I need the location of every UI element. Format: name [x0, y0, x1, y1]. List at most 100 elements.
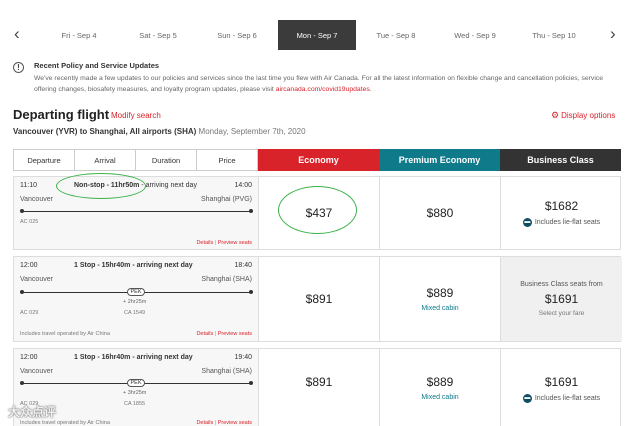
origin: Vancouver — [20, 368, 53, 375]
flight-links: Details | Preview seats — [196, 420, 252, 426]
destination: Shanghai (SHA) — [201, 368, 252, 375]
premium-price: $889 — [426, 286, 454, 300]
lie-flat-label: Includes lie-flat seats — [534, 219, 601, 226]
annotation-circle-price — [278, 186, 357, 234]
destination-dot — [249, 290, 253, 294]
premium-price-cell[interactable]: $880 — [380, 177, 501, 249]
destination: Shanghai (PVG) — [201, 196, 252, 203]
arrival-time: 14:00 — [234, 182, 252, 189]
business-from-label: Business Class seats from — [520, 281, 603, 288]
flight-row: 12:00 1 Stop - 15hr40m - arriving next d… — [13, 256, 622, 342]
arrival-time: 18:40 — [234, 262, 252, 269]
notice-body: We've recently made a few updates to our… — [34, 73, 624, 95]
origin: Vancouver — [20, 196, 53, 203]
details-link[interactable]: Details — [196, 420, 213, 426]
duration-label: 1 Stop - 15hr40m - arriving next day — [74, 262, 193, 269]
economy-price-cell[interactable]: $891 — [259, 349, 380, 426]
economy-header: Economy — [258, 149, 379, 171]
date-tab[interactable]: Wed - Sep 9 — [436, 20, 514, 50]
departure-time: 12:00 — [20, 262, 38, 269]
modify-search-link[interactable]: Modify search — [111, 111, 161, 120]
flight-number: AC 029 — [20, 310, 39, 316]
departure-time: 12:00 — [20, 354, 38, 361]
notice-end: . — [369, 86, 372, 93]
layover-duration: + 3hr25m — [123, 390, 147, 396]
flight-summary: 1 Stop - 15hr40m - arriving next day — [74, 262, 193, 269]
page-title: Departing flight — [13, 107, 110, 122]
business-class-header: Business Class — [500, 149, 621, 171]
mixed-cabin-link[interactable]: Mixed cabin — [421, 394, 458, 401]
flight-number-2: CA 1549 — [124, 310, 146, 316]
lie-flat-label: Includes lie-flat seats — [534, 395, 601, 402]
premium-economy-header: Premium Economy — [379, 149, 500, 171]
business-price-cell[interactable]: $1682 ▬ Includes lie-flat seats — [501, 177, 622, 249]
preview-seats-link[interactable]: Preview seats — [218, 331, 252, 337]
premium-price-cell[interactable]: $889 Mixed cabin — [380, 349, 501, 426]
origin: Vancouver — [20, 276, 53, 283]
sort-price[interactable]: Price — [197, 150, 257, 170]
lie-flat-note: ▬ Includes lie-flat seats — [522, 394, 601, 403]
destination-dot — [249, 381, 253, 385]
date-tab[interactable]: Sat - Sep 5 — [119, 20, 197, 50]
economy-price: $891 — [305, 375, 333, 389]
origin-dot — [20, 381, 24, 385]
business-price: $1691 — [544, 375, 579, 389]
flight-number: AC 025 — [20, 219, 39, 225]
duration-label: 1 Stop - 16hr40m - arriving next day — [74, 354, 193, 361]
sort-duration[interactable]: Duration — [136, 150, 197, 170]
origin-dot — [20, 209, 24, 213]
flight-links: Details | Preview seats — [196, 331, 252, 337]
annotation-circle-duration — [56, 173, 146, 199]
details-link[interactable]: Details — [196, 331, 213, 337]
covid-updates-link[interactable]: aircanada.com/covid19updates — [276, 86, 370, 93]
date-bar: ‹ Fri - Sep 4 Sat - Sep 5 Sun - Sep 6 Mo… — [0, 20, 640, 50]
display-options-link[interactable]: ⚙ Display options — [551, 110, 615, 121]
premium-price: $889 — [426, 375, 454, 389]
info-icon: ! — [13, 62, 24, 73]
chevron-left-icon[interactable]: ‹ — [14, 24, 20, 44]
date-tab[interactable]: Fri - Sep 4 — [40, 20, 118, 50]
mixed-cabin-link[interactable]: Mixed cabin — [421, 305, 458, 312]
business-price-cell[interactable]: Business Class seats from $1691 Select y… — [501, 257, 622, 341]
operated-by-note: Includes travel operated by Air China — [20, 331, 110, 337]
date-tab-active[interactable]: Mon - Sep 7 — [278, 20, 356, 50]
flight-links: Details | Preview seats — [196, 240, 252, 246]
flight-row: 12:00 1 Stop - 16hr40m - arriving next d… — [13, 348, 621, 426]
display-options-label: Display options — [561, 111, 616, 120]
chevron-right-icon[interactable]: › — [610, 24, 616, 44]
date-tab[interactable]: Tue - Sep 8 — [357, 20, 435, 50]
economy-price: $891 — [305, 292, 333, 306]
sort-departure[interactable]: Departure — [14, 150, 75, 170]
select-fare-label: Select your fare — [538, 310, 585, 317]
date-tab[interactable]: Sun - Sep 6 — [198, 20, 276, 50]
notice-title: Recent Policy and Service Updates — [34, 61, 160, 70]
arrival-note: - arriving next day — [139, 182, 197, 189]
details-link[interactable]: Details — [196, 240, 213, 246]
economy-price-cell[interactable]: $891 — [259, 257, 380, 341]
route-line — [22, 211, 251, 212]
lie-flat-note: ▬ Includes lie-flat seats — [522, 218, 601, 227]
operated-by-note: Includes travel operated by Air China — [20, 420, 110, 426]
premium-price-cell[interactable]: $889 Mixed cabin — [380, 257, 501, 341]
origin-dot — [20, 290, 24, 294]
lie-flat-seat-icon: ▬ — [522, 394, 532, 403]
destination-dot — [249, 209, 253, 213]
gear-icon: ⚙ — [551, 110, 560, 120]
preview-seats-link[interactable]: Preview seats — [218, 420, 252, 426]
arrival-time: 19:40 — [234, 354, 252, 361]
business-price: $1691 — [544, 292, 579, 306]
flight-summary: 1 Stop - 16hr40m - arriving next day — [74, 354, 193, 361]
watermark: 大众点评 — [8, 405, 57, 419]
date-tab[interactable]: Thu - Sep 10 — [515, 20, 593, 50]
route-text: Vancouver (YVR) to Shanghai, All airport… — [13, 127, 197, 136]
premium-price: $880 — [426, 206, 454, 220]
business-price-cell[interactable]: $1691 ▬ Includes lie-flat seats — [501, 349, 622, 426]
route-date: Monday, September 7th, 2020 — [198, 127, 306, 136]
sort-bar: Departure Arrival Duration Price — [13, 149, 258, 171]
departure-time: 11:10 — [20, 182, 37, 189]
lie-flat-seat-icon: ▬ — [522, 218, 532, 227]
layover-duration: + 2hr25m — [123, 299, 147, 305]
sort-arrival[interactable]: Arrival — [75, 150, 136, 170]
stopover-badge: PEK — [127, 288, 145, 296]
preview-seats-link[interactable]: Preview seats — [218, 240, 252, 246]
